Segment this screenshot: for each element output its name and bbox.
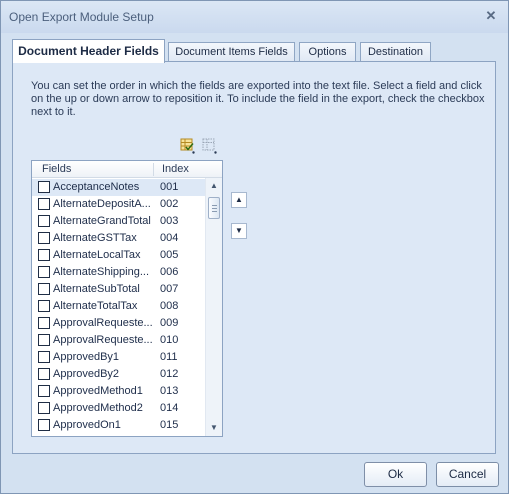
- cancel-button[interactable]: Cancel: [436, 462, 499, 487]
- list-item[interactable]: AlternateTotalTax 008: [32, 298, 205, 315]
- include-checkbox[interactable]: [38, 317, 50, 329]
- include-checkbox[interactable]: [38, 351, 50, 363]
- field-index: 011: [160, 351, 178, 363]
- list-item[interactable]: ApprovalRequeste... 010: [32, 332, 205, 349]
- field-index: 014: [160, 402, 179, 414]
- field-name: ApprovedOn1: [53, 419, 121, 431]
- column-divider[interactable]: [153, 163, 154, 176]
- include-checkbox[interactable]: [38, 436, 50, 437]
- field-index: 006: [160, 266, 179, 278]
- field-index: 008: [160, 300, 179, 312]
- check-all-icon[interactable]: [178, 137, 196, 155]
- up-arrow-icon: ▲: [235, 195, 243, 204]
- list-item[interactable]: ApprovedBy2 012: [32, 366, 205, 383]
- field-index: 010: [160, 334, 179, 346]
- field-index: 015: [160, 419, 179, 431]
- include-checkbox[interactable]: [38, 266, 50, 278]
- ok-button[interactable]: Ok: [364, 462, 427, 487]
- include-checkbox[interactable]: [38, 334, 50, 346]
- field-index: 002: [160, 198, 179, 210]
- list-rows: AcceptanceNotes 001 AlternateDepositA... 00…: [32, 179, 205, 437]
- include-checkbox[interactable]: [38, 385, 50, 397]
- column-header-fields[interactable]: Fields: [42, 163, 71, 175]
- field-index: 007: [160, 283, 179, 295]
- list-item[interactable]: AlternateDepositA... 002: [32, 196, 205, 213]
- scroll-down-icon[interactable]: ▼: [206, 420, 222, 436]
- move-down-button[interactable]: ▼: [231, 223, 247, 239]
- include-checkbox[interactable]: [38, 232, 50, 244]
- instructions-text: You can set the order in which the field…: [31, 80, 485, 118]
- include-checkbox[interactable]: [38, 419, 50, 431]
- include-checkbox[interactable]: [38, 215, 50, 227]
- field-name: AlternateGSTTax: [53, 232, 137, 244]
- scroll-thumb[interactable]: [208, 197, 220, 219]
- document-header-fields-page: You can set the order in which the field…: [12, 61, 496, 454]
- field-name: AlternateShipping...: [53, 266, 150, 278]
- list-item[interactable]: ApprovedMethod2 014: [32, 400, 205, 417]
- close-icon[interactable]: ✕: [483, 8, 499, 24]
- field-name: AlternateDepositA...: [53, 198, 151, 210]
- include-checkbox[interactable]: [38, 198, 50, 210]
- list-item[interactable]: ApprovedMethod1 013: [32, 383, 205, 400]
- column-header-index[interactable]: Index: [162, 163, 189, 175]
- tab-document-items-fields[interactable]: Document Items Fields: [168, 42, 295, 62]
- list-item[interactable]: AlternateGrandTotal 003: [32, 213, 205, 230]
- export-setup-dialog: Open Export Module Setup ✕ Document Head…: [0, 0, 509, 494]
- list-header: Fields Index: [32, 161, 222, 178]
- uncheck-all-icon[interactable]: [200, 137, 218, 155]
- list-item[interactable]: AcceptanceNotes 001: [32, 179, 205, 196]
- field-name: AlternateTotalTax: [53, 300, 138, 312]
- field-name: ApprovedBy1: [53, 351, 120, 363]
- list-item[interactable]: AlternateSubTotal 007: [32, 281, 205, 298]
- field-index: 009: [160, 317, 179, 329]
- field-name: AcceptanceNotes: [53, 181, 140, 193]
- field-index: 003: [160, 215, 179, 227]
- field-name: AlternateGrandTotal: [53, 215, 151, 227]
- include-checkbox[interactable]: [38, 283, 50, 295]
- list-item[interactable]: AlternateGSTTax 004: [32, 230, 205, 247]
- tab-document-header-fields[interactable]: Document Header Fields: [12, 39, 165, 63]
- field-name: ApprovedMethod2: [53, 402, 143, 414]
- list-item[interactable]: ApprovedBy1 011: [32, 349, 205, 366]
- scroll-up-icon[interactable]: ▲: [206, 178, 222, 194]
- field-index: 005: [160, 249, 179, 261]
- list-scrollbar[interactable]: ▲ ▼: [205, 178, 222, 436]
- list-item[interactable]: ApprovedOn1 015: [32, 417, 205, 434]
- include-checkbox[interactable]: [38, 368, 50, 380]
- list-item[interactable]: AlternateShipping... 006: [32, 264, 205, 281]
- field-name: ApprovedBy2: [53, 368, 120, 380]
- field-name: ApprovalRequeste...: [53, 317, 153, 329]
- title-bar: Open Export Module Setup ✕: [1, 1, 508, 33]
- down-arrow-icon: ▼: [235, 226, 243, 235]
- field-index: 001: [160, 181, 179, 193]
- field-name: ApprovalRequeste...: [53, 334, 153, 346]
- field-index: 012: [160, 368, 179, 380]
- field-index: 004: [160, 232, 179, 244]
- window-title: Open Export Module Setup: [9, 10, 154, 24]
- fields-list[interactable]: Fields Index AcceptanceNotes 001 Alternate…: [31, 160, 223, 437]
- include-checkbox[interactable]: [38, 249, 50, 261]
- include-checkbox[interactable]: [38, 181, 50, 193]
- list-item[interactable]: AlternateLocalTax 005: [32, 247, 205, 264]
- include-checkbox[interactable]: [38, 300, 50, 312]
- tab-options[interactable]: Options: [299, 42, 356, 62]
- dialog-buttons: Ok Cancel: [2, 457, 507, 493]
- field-index: 013: [160, 385, 179, 397]
- include-checkbox[interactable]: [38, 402, 50, 414]
- tab-destination[interactable]: Destination: [360, 42, 431, 62]
- field-name: ApprovedMethod1: [53, 385, 143, 397]
- list-item[interactable]: ApprovalRequeste... 009: [32, 315, 205, 332]
- field-name: AlternateLocalTax: [53, 249, 141, 261]
- list-item[interactable]: [32, 434, 205, 437]
- move-up-button[interactable]: ▲: [231, 192, 247, 208]
- field-name: AlternateSubTotal: [53, 283, 140, 295]
